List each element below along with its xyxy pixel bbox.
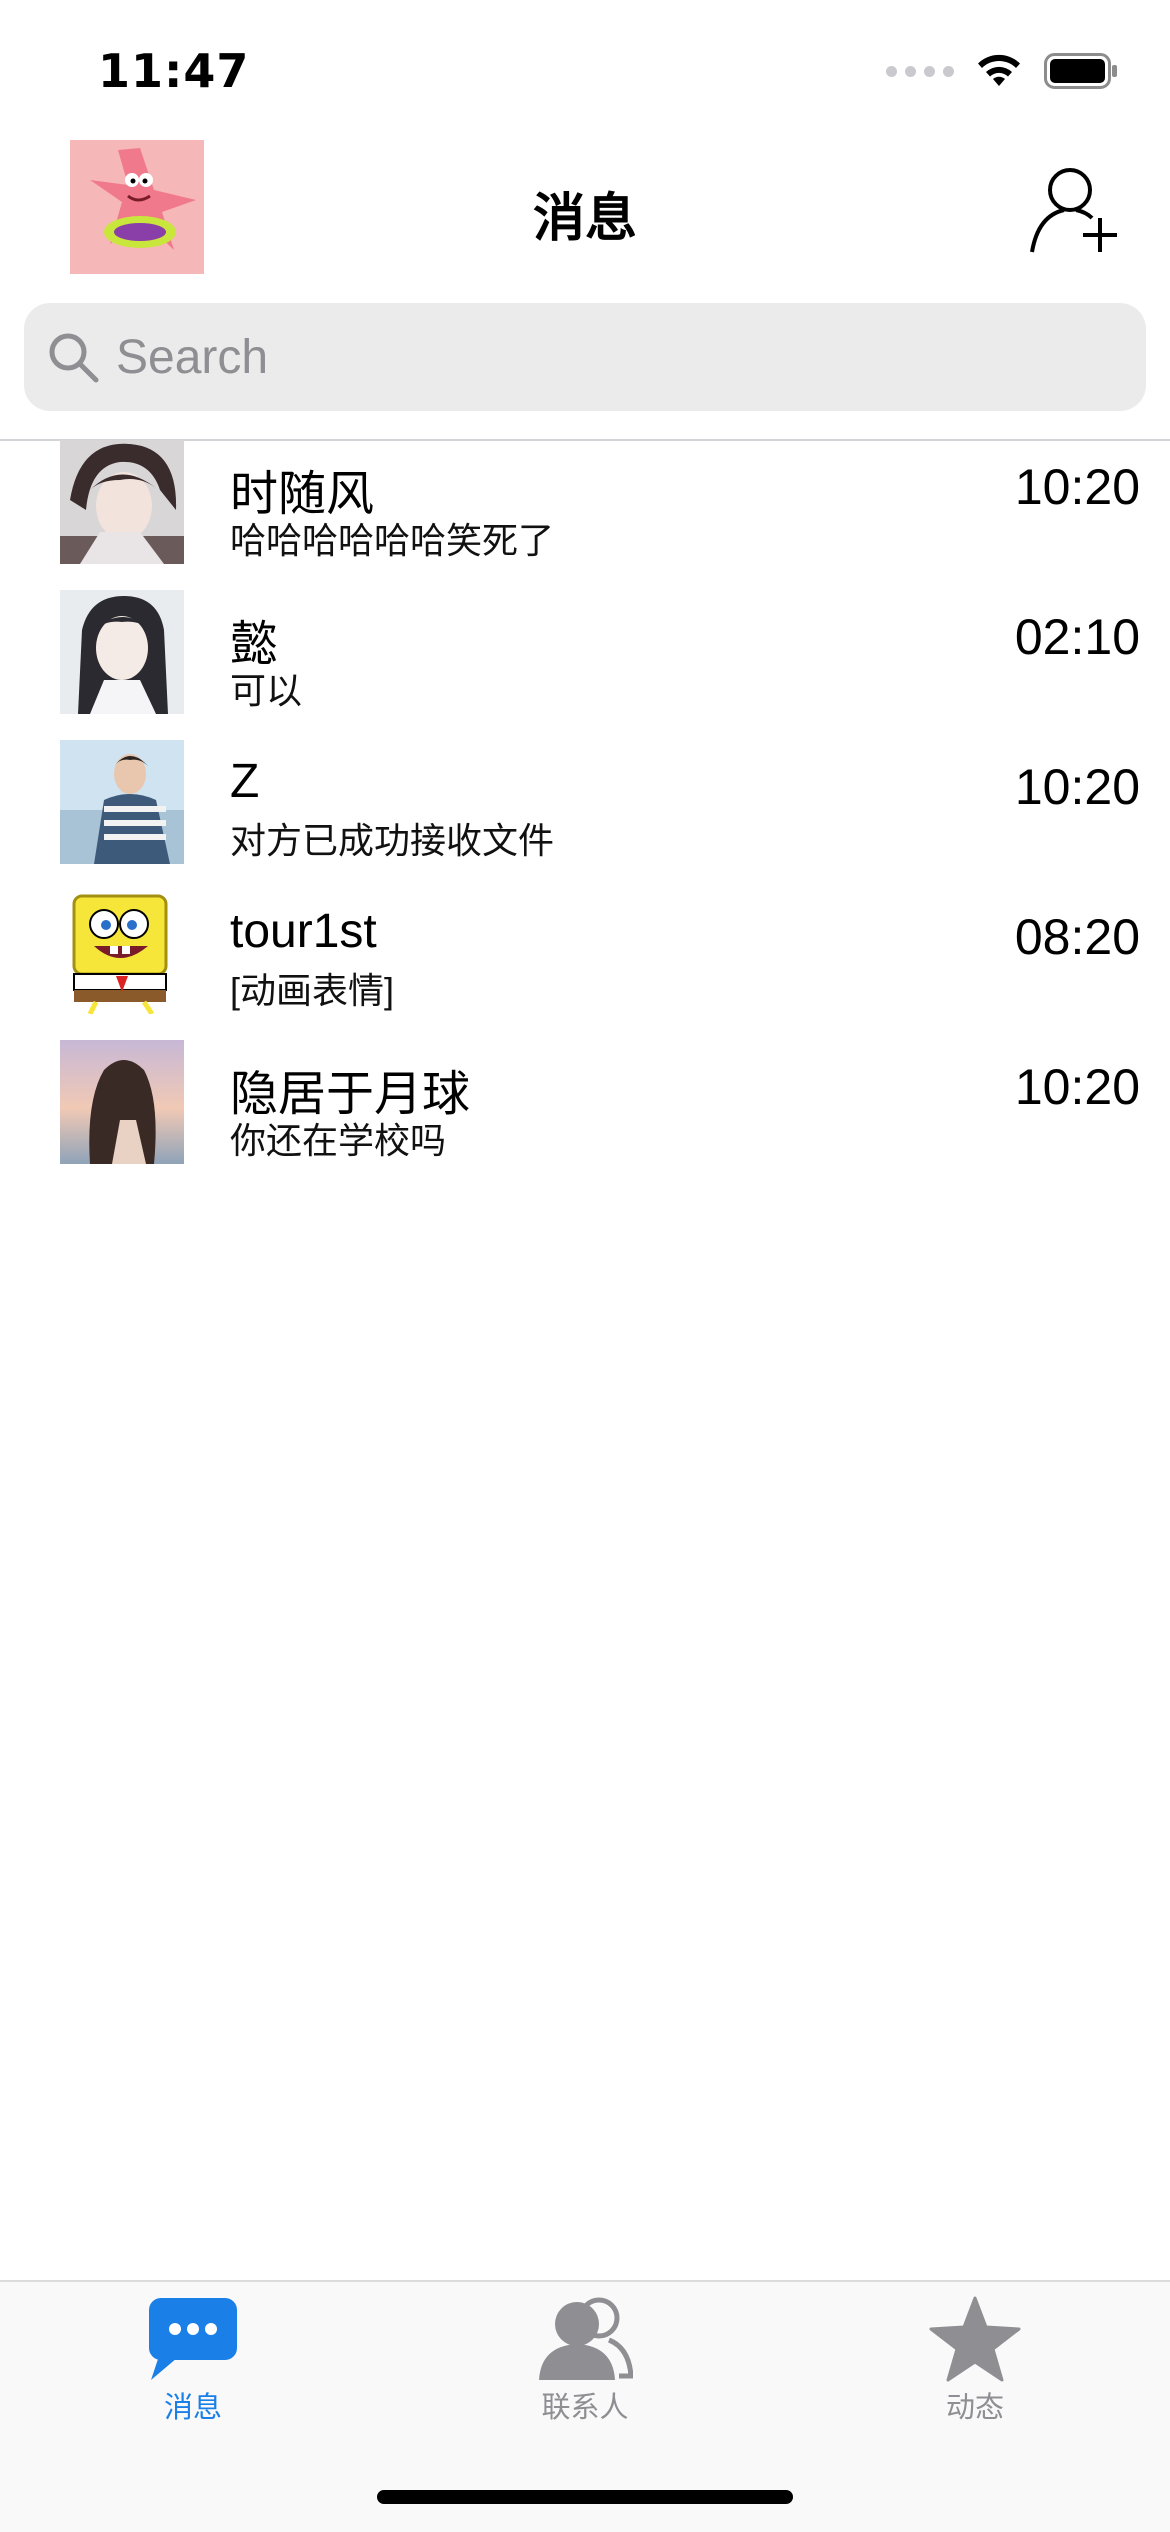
- photo-avatar-icon: [60, 1040, 184, 1164]
- avatar: [60, 740, 184, 864]
- avatar: [60, 590, 184, 714]
- cellular-signal-icon: [886, 65, 954, 77]
- avatar: [60, 440, 184, 564]
- status-indicators: [886, 52, 1118, 90]
- contact-name: Z: [230, 755, 260, 808]
- add-contact-icon[interactable]: [1028, 160, 1124, 256]
- conversation-row[interactable]: 懿 可以 02:10: [0, 590, 1170, 740]
- wifi-icon: [978, 54, 1020, 86]
- search-bar[interactable]: [24, 303, 1146, 411]
- tab-contacts[interactable]: 联系人: [485, 2296, 685, 2426]
- page-title: 消息: [532, 189, 637, 249]
- tab-messages[interactable]: 消息: [93, 2296, 293, 2426]
- contact-name: tour1st: [230, 905, 377, 958]
- message-time: 02:10: [1014, 609, 1140, 665]
- message-time: 08:20: [1014, 909, 1140, 965]
- avatar: [60, 1040, 184, 1164]
- conversation-list: 时随风 哈哈哈哈哈哈笑死了 10:20 懿 可以 02:10 Z 对方已成功接收…: [0, 440, 1170, 1190]
- home-indicator: [377, 2490, 793, 2504]
- message-preview: [动画表情]: [230, 970, 395, 1011]
- star-icon: [929, 2296, 1021, 2382]
- tab-moments[interactable]: 动态: [875, 2296, 1075, 2426]
- anime-longhair-avatar-icon: [60, 590, 184, 714]
- search-icon: [49, 333, 99, 383]
- message-time: 10:20: [1014, 1059, 1140, 1115]
- conversation-row[interactable]: tour1st [动画表情] 08:20: [0, 890, 1170, 1040]
- conversation-row[interactable]: 隐居于月球 你还在学校吗 10:20: [0, 1040, 1170, 1190]
- message-preview: 可以: [230, 670, 303, 711]
- spongebob-avatar-icon: [60, 890, 184, 1014]
- photo-avatar-icon: [60, 740, 184, 864]
- conversation-row[interactable]: 时随风 哈哈哈哈哈哈笑死了 10:20: [0, 440, 1170, 590]
- message-time: 10:20: [1014, 459, 1140, 515]
- search-input[interactable]: [116, 329, 1016, 385]
- avatar: [60, 890, 184, 1014]
- anime-boy-avatar-icon: [60, 440, 184, 564]
- contacts-icon: [539, 2297, 633, 2380]
- chat-bubble-icon: [149, 2298, 237, 2380]
- battery-icon: [1044, 53, 1117, 89]
- tab-label: 消息: [163, 2390, 222, 2424]
- message-preview: 你还在学校吗: [230, 1120, 447, 1161]
- message-preview: 对方已成功接收文件: [230, 820, 555, 861]
- status-time: 11:47: [98, 44, 250, 98]
- message-time: 10:20: [1014, 759, 1140, 815]
- message-preview: 哈哈哈哈哈哈笑死了: [230, 520, 555, 561]
- tab-label: 动态: [945, 2390, 1004, 2424]
- tab-label: 联系人: [541, 2390, 629, 2424]
- conversation-row[interactable]: Z 对方已成功接收文件 10:20: [0, 740, 1170, 890]
